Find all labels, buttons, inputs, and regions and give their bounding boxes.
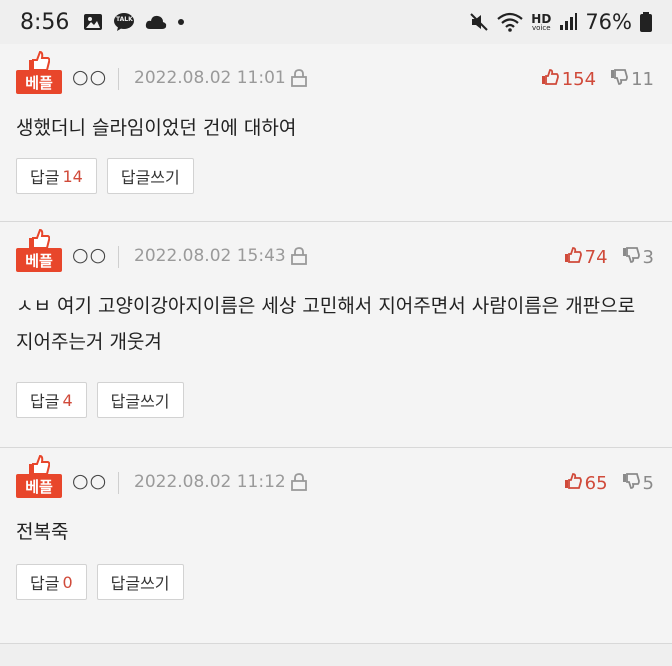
comment-item: 베플 ○○ 2022.08.02 11:12 65 5 전복죽 답글 0 답글쓰… — [0, 448, 672, 644]
mute-icon — [469, 12, 489, 32]
comment-date: 2022.08.02 11:01 — [134, 68, 286, 88]
nickname[interactable]: ○○ — [72, 66, 107, 88]
divider — [118, 246, 119, 268]
comment-text: 생했더니 슬라임이었던 건에 대하여 — [16, 117, 297, 139]
report-icon[interactable] — [290, 472, 308, 496]
like-icon[interactable] — [541, 68, 559, 91]
battery-percent: 76% — [585, 10, 632, 34]
comment-text: ㅅㅂ 여기 고양이강아지이름은 세상 고민해서 지어주면서 사람이름은 개판으로… — [16, 295, 636, 353]
dislike-icon[interactable] — [622, 472, 640, 495]
reply-count: 14 — [62, 166, 83, 186]
dislike-icon[interactable] — [622, 246, 640, 269]
battery-icon — [640, 12, 652, 32]
write-reply-label: 답글쓰기 — [110, 392, 170, 411]
best-badge: 베플 — [16, 228, 62, 272]
comment-item: 베플 ○○ 2022.08.02 15:43 74 3 ㅅㅂ 여기 고양이강아지… — [0, 222, 672, 448]
reply-button[interactable]: 답글 0 — [16, 564, 87, 600]
signal-icon — [559, 13, 578, 31]
dislike-icon[interactable] — [610, 68, 628, 91]
clock: 8:56 — [20, 9, 70, 35]
like-icon[interactable] — [564, 246, 582, 269]
reply-label: 답글 — [30, 574, 60, 593]
divider — [118, 68, 119, 90]
write-reply-button[interactable]: 답글쓰기 — [106, 158, 194, 194]
reply-button[interactable]: 답글 4 — [16, 382, 87, 418]
talk-icon: TALK — [113, 12, 135, 32]
comment-date: 2022.08.02 15:43 — [134, 246, 286, 266]
reply-label: 답글 — [30, 392, 60, 411]
best-label: 베플 — [16, 474, 62, 498]
best-badge: 베플 — [16, 50, 62, 94]
hd-voice-icon: HD voice — [531, 13, 551, 32]
vote-box: 65 5 — [564, 472, 654, 495]
cloud-icon — [145, 14, 167, 30]
like-count: 74 — [584, 247, 608, 268]
write-reply-button[interactable]: 답글쓰기 — [96, 382, 184, 418]
write-reply-label: 답글쓰기 — [120, 168, 180, 187]
comment-list: 베플 ○○ 2022.08.02 11:01 154 11 생했더니 슬라임이었… — [0, 44, 672, 644]
report-icon[interactable] — [290, 246, 308, 270]
reply-label: 답글 — [30, 168, 60, 187]
gallery-icon — [83, 13, 103, 31]
report-icon[interactable] — [290, 68, 308, 92]
vote-box: 154 11 — [541, 68, 654, 91]
best-label: 베플 — [16, 248, 62, 272]
voice-label: voice — [532, 23, 551, 32]
dislike-count: 11 — [631, 69, 654, 90]
hd-label: HD — [531, 11, 552, 26]
dislike-count: 5 — [642, 473, 654, 494]
nickname[interactable]: ○○ — [72, 470, 107, 492]
reply-count: 4 — [62, 390, 73, 410]
best-label: 베플 — [16, 70, 62, 94]
vote-box: 74 3 — [564, 246, 654, 269]
dislike-count: 3 — [642, 247, 654, 268]
reply-button[interactable]: 답글 14 — [16, 158, 97, 194]
reply-count: 0 — [62, 572, 73, 592]
like-count: 65 — [584, 473, 608, 494]
write-reply-button[interactable]: 답글쓰기 — [96, 564, 184, 600]
nickname[interactable]: ○○ — [72, 244, 107, 266]
write-reply-label: 답글쓰기 — [110, 574, 170, 593]
wifi-icon — [497, 12, 524, 32]
divider — [118, 472, 119, 494]
comment-item: 베플 ○○ 2022.08.02 11:01 154 11 생했더니 슬라임이었… — [0, 44, 672, 222]
best-badge: 베플 — [16, 454, 62, 498]
like-icon[interactable] — [564, 472, 582, 495]
dot-icon — [177, 18, 185, 26]
like-count: 154 — [561, 69, 597, 90]
comment-text: 전복죽 — [16, 521, 69, 543]
status-bar: 8:56 TALK HD voice 76% — [0, 0, 672, 44]
comment-date: 2022.08.02 11:12 — [134, 472, 286, 492]
talk-label: TALK — [116, 16, 133, 23]
